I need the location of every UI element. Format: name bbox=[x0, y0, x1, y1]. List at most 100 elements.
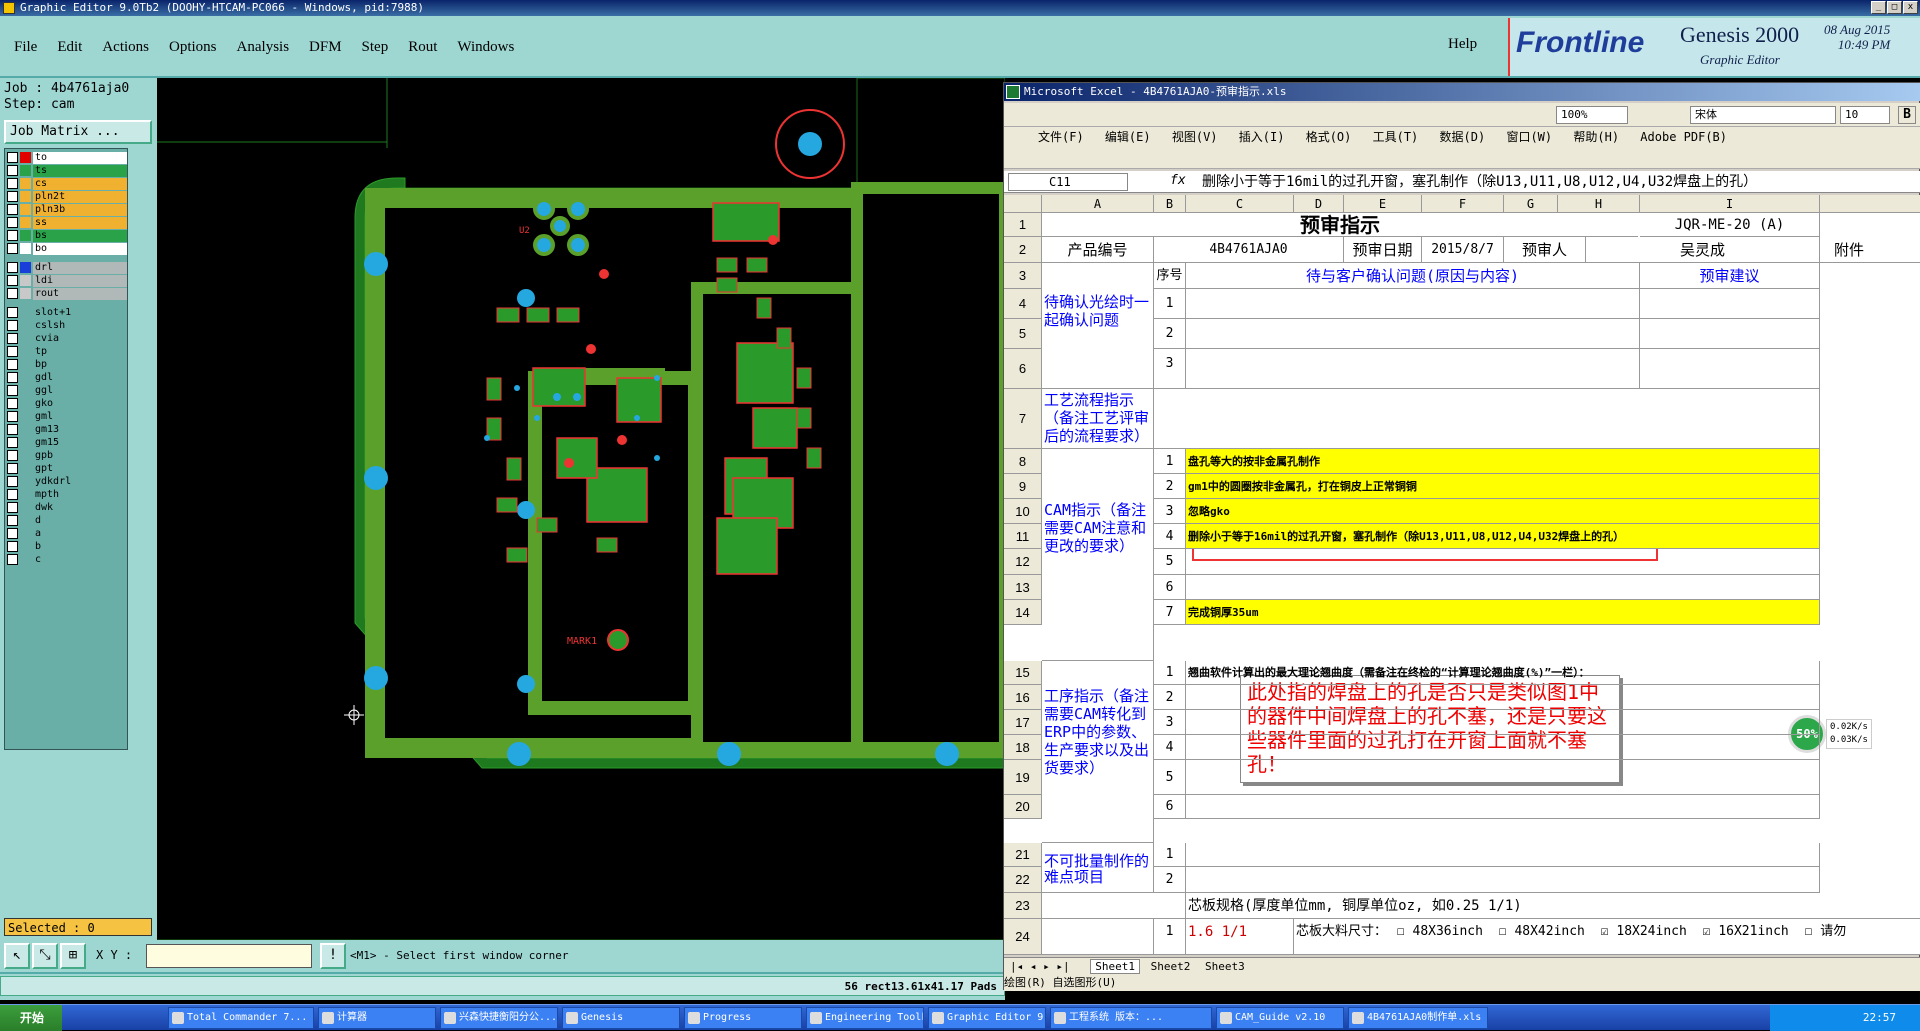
cam-seq[interactable]: 4 bbox=[1154, 524, 1186, 549]
reviewer-label[interactable]: 预审人 bbox=[1504, 237, 1586, 263]
xmenu-view[interactable]: 视图(V) bbox=[1172, 130, 1218, 144]
taskbar-task[interactable]: Genesis bbox=[562, 1007, 680, 1029]
minimize-button[interactable]: _ bbox=[1871, 1, 1886, 14]
layer-color-swatch[interactable] bbox=[20, 346, 31, 357]
layer-name[interactable]: ydkdrl bbox=[33, 475, 127, 488]
layer-checkbox[interactable] bbox=[7, 385, 18, 396]
row-header[interactable]: 24 bbox=[1004, 919, 1042, 955]
pcb-canvas[interactable]: MARK1 U2 bbox=[157, 77, 1011, 941]
row-header[interactable]: 13 bbox=[1004, 575, 1042, 600]
cam-seq[interactable]: 1 bbox=[1154, 449, 1186, 474]
layer-name[interactable]: bp bbox=[33, 358, 127, 371]
start-button[interactable]: 开始 bbox=[0, 1005, 62, 1031]
layer-row[interactable]: ts bbox=[7, 164, 127, 177]
row-header[interactable]: 21 bbox=[1004, 843, 1042, 867]
menu-actions[interactable]: Actions bbox=[102, 39, 149, 56]
opt-18x24[interactable]: 18X24inch bbox=[1616, 924, 1686, 939]
layer-color-swatch[interactable] bbox=[20, 320, 31, 331]
layer-name[interactable]: dwk bbox=[33, 501, 127, 514]
layer-row[interactable]: drl bbox=[7, 261, 127, 274]
xmenu-edit[interactable]: 编辑(E) bbox=[1105, 130, 1151, 144]
taskbar-task[interactable]: Graphic Editor 9... bbox=[928, 1007, 1046, 1029]
cam-instruction[interactable] bbox=[1186, 549, 1820, 575]
taskbar-task[interactable]: 4B4761AJA0制作单.xls bbox=[1348, 1007, 1488, 1029]
layer-color-swatch[interactable] bbox=[20, 398, 31, 409]
layer-row[interactable]: mpth bbox=[7, 488, 127, 501]
layer-name[interactable]: ss bbox=[33, 216, 127, 229]
suggest-header[interactable]: 预审建议 bbox=[1640, 263, 1820, 289]
bold-button[interactable]: B bbox=[1898, 106, 1916, 124]
cam-seq[interactable]: 5 bbox=[1154, 549, 1186, 575]
proc-seq[interactable]: 6 bbox=[1154, 795, 1186, 819]
layer-checkbox[interactable] bbox=[7, 230, 18, 241]
layer-checkbox[interactable] bbox=[7, 411, 18, 422]
process-instruction[interactable] bbox=[1186, 710, 1820, 735]
xy-input[interactable] bbox=[146, 944, 312, 968]
col-header-c[interactable]: C bbox=[1186, 195, 1294, 213]
layer-color-swatch[interactable] bbox=[20, 230, 31, 241]
layer-row[interactable]: tp bbox=[7, 345, 127, 358]
menu-file[interactable]: File bbox=[14, 39, 37, 56]
layer-row[interactable]: pln3b bbox=[7, 203, 127, 216]
seq-1[interactable]: 1 bbox=[1154, 289, 1186, 319]
core-spec-label[interactable]: 芯板规格(厚度单位mm, 铜厚单位oz, 如0.25 1/1) bbox=[1186, 893, 1920, 919]
layer-name[interactable]: mpth bbox=[33, 488, 127, 501]
layer-color-swatch[interactable] bbox=[20, 191, 31, 202]
xmenu-insert[interactable]: 插入(I) bbox=[1239, 130, 1285, 144]
layer-color-swatch[interactable] bbox=[20, 359, 31, 370]
layer-name[interactable]: gpb bbox=[33, 449, 127, 462]
layer-name[interactable]: gm13 bbox=[33, 423, 127, 436]
layer-name[interactable]: ggl bbox=[33, 384, 127, 397]
cam-instruction[interactable]: 盘孔等大的按非金属孔制作 bbox=[1186, 449, 1820, 474]
layer-checkbox[interactable] bbox=[7, 204, 18, 215]
layer-color-swatch[interactable] bbox=[20, 450, 31, 461]
opt-48x36[interactable]: 48X36inch bbox=[1413, 924, 1483, 939]
layer-name[interactable]: to bbox=[33, 151, 127, 164]
row-header[interactable]: 22 bbox=[1004, 867, 1042, 893]
cam-seq[interactable]: 2 bbox=[1154, 474, 1186, 499]
layer-name[interactable]: gm15 bbox=[33, 436, 127, 449]
layer-name[interactable]: bo bbox=[33, 242, 127, 255]
layer-color-swatch[interactable] bbox=[20, 385, 31, 396]
taskbar-task[interactable]: CAM_Guide v2.10 bbox=[1216, 1007, 1344, 1029]
row-header[interactable]: 4 bbox=[1004, 289, 1042, 319]
col-header-j[interactable] bbox=[1820, 195, 1920, 213]
layer-color-swatch[interactable] bbox=[20, 372, 31, 383]
section-pending-confirm[interactable]: 待确认光绘时一起确认问题 bbox=[1042, 263, 1154, 389]
layer-checkbox[interactable] bbox=[7, 489, 18, 500]
layer-checkbox[interactable] bbox=[7, 178, 18, 189]
info-icon[interactable]: ! bbox=[320, 943, 346, 969]
menu-analysis[interactable]: Analysis bbox=[237, 39, 290, 56]
layer-name[interactable]: b bbox=[33, 540, 127, 553]
layer-color-swatch[interactable] bbox=[20, 437, 31, 448]
layer-row[interactable]: rout bbox=[7, 287, 127, 300]
row-header[interactable]: 18 bbox=[1004, 735, 1042, 760]
layer-checkbox[interactable] bbox=[7, 372, 18, 383]
layer-color-swatch[interactable] bbox=[20, 463, 31, 474]
row-header[interactable]: 23 bbox=[1004, 893, 1042, 919]
attach-label[interactable]: 附件 bbox=[1820, 237, 1920, 263]
layer-row[interactable]: to bbox=[7, 151, 127, 164]
process-instruction[interactable] bbox=[1186, 795, 1820, 819]
layer-row[interactable]: bo bbox=[7, 242, 127, 255]
proc-seq[interactable]: 5 bbox=[1154, 760, 1186, 795]
layer-name[interactable]: gml bbox=[33, 410, 127, 423]
row-header[interactable]: 11 bbox=[1004, 524, 1042, 549]
cam-instruction[interactable]: 忽略gko bbox=[1186, 499, 1820, 524]
layer-row[interactable]: gdl bbox=[7, 371, 127, 384]
layer-checkbox[interactable] bbox=[7, 152, 18, 163]
row-header[interactable]: 3 bbox=[1004, 263, 1042, 289]
layer-row[interactable]: gpt bbox=[7, 462, 127, 475]
col-header-a[interactable]: A bbox=[1042, 195, 1154, 213]
row-header[interactable]: 15 bbox=[1004, 661, 1042, 685]
job-matrix-button[interactable]: Job Matrix ... bbox=[4, 120, 152, 144]
layer-checkbox[interactable] bbox=[7, 515, 18, 526]
layer-checkbox[interactable] bbox=[7, 333, 18, 344]
process-instruction[interactable] bbox=[1186, 685, 1820, 710]
section-cam[interactable]: CAM指示（备注需要CAM注意和更改的要求） bbox=[1042, 449, 1154, 661]
layer-name[interactable]: slot+1 bbox=[33, 306, 127, 319]
layer-row[interactable]: b bbox=[7, 540, 127, 553]
layer-color-swatch[interactable] bbox=[20, 424, 31, 435]
row-header[interactable]: 16 bbox=[1004, 685, 1042, 710]
layer-name[interactable]: pln3b bbox=[33, 203, 127, 216]
